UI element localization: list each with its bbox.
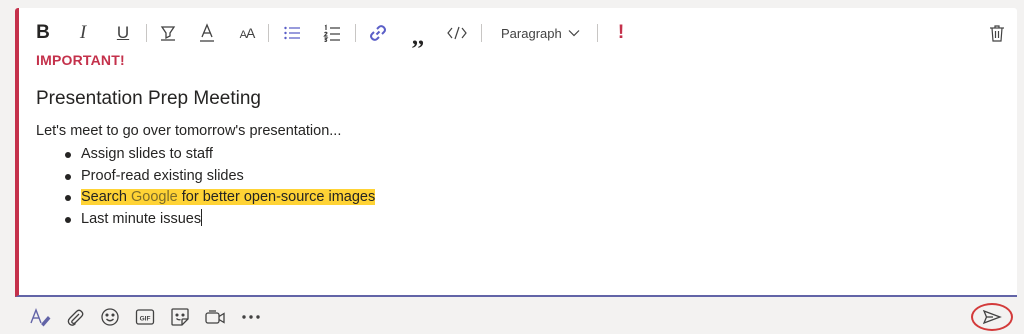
delete-draft-button[interactable]	[984, 20, 1010, 46]
toolbar-divider	[268, 24, 269, 42]
list-item-text: Search	[81, 189, 131, 205]
more-options-button[interactable]	[239, 305, 263, 329]
bulleted-list-icon	[284, 26, 300, 40]
list-item-text: Proof-read existing slides	[81, 167, 244, 184]
svg-text:GIF: GIF	[140, 316, 151, 323]
bulleted-list-button[interactable]	[279, 20, 305, 46]
toolbar-divider	[146, 24, 147, 42]
numbered-list-icon	[323, 24, 340, 42]
send-button[interactable]	[971, 303, 1013, 331]
message-heading[interactable]: Presentation Prep Meeting	[36, 88, 261, 110]
quote-button[interactable]: ,,	[405, 20, 431, 50]
list-item[interactable]: Assign slides to staff	[36, 144, 375, 166]
format-button[interactable]	[28, 305, 52, 329]
delete-icon	[990, 25, 1004, 42]
highlighted-text: Search Google for better open-source ima…	[81, 189, 376, 205]
font-size-icon: AA	[239, 25, 256, 41]
list-item-text: Assign slides to staff	[81, 146, 213, 162]
gif-icon: GIF	[135, 309, 155, 325]
toolbar-divider	[597, 24, 598, 42]
important-label: IMPORTANT!	[36, 52, 125, 68]
send-icon	[982, 309, 1002, 325]
more-options-icon	[242, 315, 260, 319]
chevron-down-icon	[568, 30, 580, 37]
attach-icon	[67, 309, 84, 326]
underline-button[interactable]: U	[110, 20, 136, 46]
italic-button[interactable]: I	[70, 20, 96, 46]
text-cursor	[201, 208, 203, 226]
compose-actions-bar: GIF	[0, 299, 1024, 334]
bold-icon: B	[36, 22, 50, 43]
link-icon	[370, 25, 386, 41]
message-intro[interactable]: Let's meet to go over tomorrow's present…	[36, 123, 341, 139]
meet-now-icon	[205, 310, 225, 324]
list-item[interactable]: Last minute issues	[36, 208, 375, 231]
compose-box[interactable]: B I U AA ,, Paragraph ! IMPORTANT! Prese…	[15, 8, 1017, 297]
highlight-button[interactable]	[155, 20, 181, 46]
sticker-button[interactable]	[168, 305, 192, 329]
code-button[interactable]	[444, 20, 470, 46]
toolbar-divider	[481, 24, 482, 42]
list-item[interactable]: Search Google for better open-source ima…	[36, 187, 376, 209]
google-link[interactable]: Google	[131, 189, 178, 205]
emoji-button[interactable]	[98, 305, 122, 329]
sticker-icon	[171, 308, 189, 326]
font-color-button[interactable]	[194, 20, 220, 46]
list-item-text: Last minute issues	[81, 210, 202, 227]
meet-now-button[interactable]	[203, 305, 227, 329]
font-size-button[interactable]: AA	[234, 20, 260, 46]
paragraph-style-dropdown[interactable]: Paragraph	[501, 22, 580, 44]
list-item[interactable]: Proof-read existing slides	[36, 166, 375, 188]
emoji-icon	[101, 308, 119, 326]
quote-icon: ,,	[412, 24, 424, 50]
numbered-list-button[interactable]	[319, 20, 345, 46]
underline-icon: U	[116, 23, 130, 42]
mark-important-button[interactable]: !	[608, 20, 634, 46]
font-color-icon	[200, 23, 214, 42]
highlight-icon	[160, 26, 176, 41]
toolbar-divider	[355, 24, 356, 42]
gif-button[interactable]: GIF	[133, 305, 157, 329]
list-item-text: for better open-source images	[177, 189, 376, 205]
italic-icon: I	[79, 22, 87, 43]
attach-button[interactable]	[63, 305, 87, 329]
format-icon	[30, 308, 51, 327]
bullet-list: Assign slides to staff Proof-read existi…	[36, 144, 376, 231]
link-button[interactable]	[365, 20, 391, 46]
code-icon	[447, 26, 467, 40]
important-icon: !	[617, 22, 625, 43]
paragraph-style-label: Paragraph	[501, 25, 562, 41]
bold-button[interactable]: B	[30, 20, 56, 46]
